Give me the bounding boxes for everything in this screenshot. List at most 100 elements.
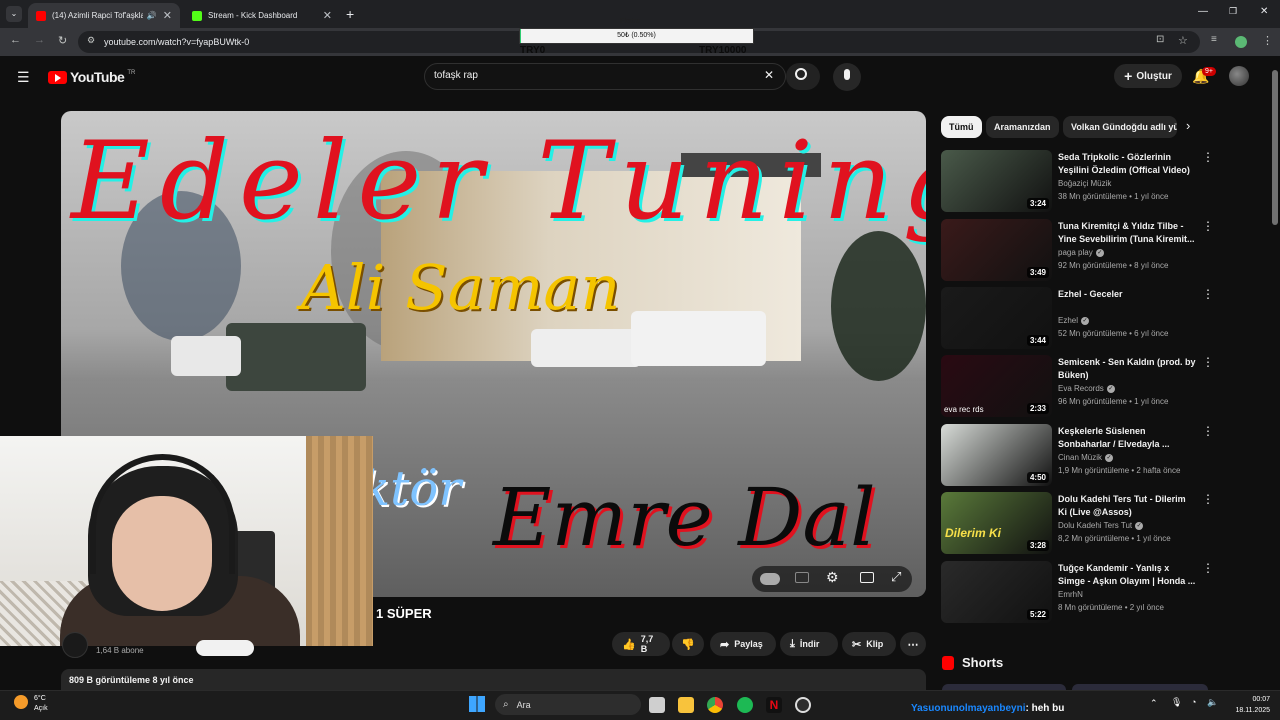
recommendation-title[interactable]: Dolu Kadehi Ters Tut - Dilerim Ki (Live … [1058,493,1196,519]
recommendation-title[interactable]: Seda Tripkolic - Gözlerinin Yeşilini Özl… [1058,151,1196,177]
task-view-icon[interactable] [649,697,665,713]
search-input[interactable] [424,63,786,90]
chrome-icon[interactable] [707,697,723,713]
miniplayer-icon[interactable] [860,572,874,583]
settings-gear-icon[interactable]: ⚙ [826,569,839,586]
taskbar-clock[interactable]: 00:07 18.11.2025 [1226,694,1270,716]
like-button[interactable]: 👍 7,7 B [612,632,670,656]
weather-icon[interactable] [14,695,28,709]
dislike-button[interactable]: 👎 [672,632,704,656]
recommendation-channel-row[interactable]: paga play ✓ [1058,248,1104,257]
chip-from-search[interactable]: Aramanızdan [986,116,1059,138]
recommendation-channel-row[interactable]: Boğaziçi Müzik [1058,179,1111,188]
bookmark-star-icon[interactable]: ☆ [1178,34,1188,47]
account-avatar[interactable] [1229,66,1249,86]
share-button[interactable]: ➦ Paylaş [710,632,776,656]
forward-arrow-icon[interactable]: → [34,34,45,46]
clear-search-icon[interactable]: ✕ [764,68,774,82]
tray-overflow-icon[interactable]: ⌃ [1150,698,1158,709]
tray-mic-icon[interactable]: 🎙 [1171,697,1182,708]
install-app-icon[interactable]: ⊡ [1156,34,1164,45]
download-button[interactable]: ⤓ İndir [780,632,838,656]
more-options-icon[interactable]: ⋮ [1202,219,1214,233]
close-tab-icon[interactable]: ✕ [323,9,332,22]
recommendation-channel-row[interactable]: Ezhel ✓ [1058,316,1090,325]
more-options-icon[interactable]: ⋮ [1202,150,1214,164]
recommendation-title[interactable]: Tuna Kiremitçi & Yıldız Tilbe - Yine Sev… [1058,220,1196,246]
donation-goal-bar: 50₺ (0.50%) [519,28,754,44]
maximize-icon[interactable]: ❐ [1229,6,1237,17]
recommendation-title[interactable]: Keşkelerle Süslenen Sonbaharlar / Elveda… [1058,425,1196,451]
tab-search-button[interactable]: ⌄ [6,6,22,22]
media-controls-icon[interactable]: ≡ [1211,34,1217,45]
recommendation-thumbnail[interactable]: 3:24 [941,150,1052,212]
hamburger-menu-icon[interactable]: ☰ [17,69,30,86]
tab-kick-dashboard[interactable]: Stream - Kick Dashboard ✕ [184,3,340,28]
site-info-icon[interactable]: ⚙ [87,35,95,46]
recommendation-channel-row[interactable]: Dolu Kadehi Ters Tut ✓ [1058,521,1144,530]
more-options-icon[interactable]: ⋮ [1202,561,1214,575]
reload-icon[interactable]: ↻ [58,34,67,47]
recommendation-thumbnail[interactable]: eva rec rds 2:33 [941,355,1052,417]
weather-widget[interactable]: 6°C Açık [34,694,48,714]
recommendation-thumbnail[interactable]: Dilerim Ki 3:28 [941,492,1052,554]
close-window-icon[interactable]: ✕ [1260,6,1268,17]
more-options-icon[interactable]: ⋮ [1202,492,1214,506]
recommendation-card[interactable]: 4:50 Keşkelerle Süslenen Sonbaharlar / El… [940,424,1214,488]
recommendation-channel: EmrhN [1058,590,1083,599]
back-arrow-icon[interactable]: ← [10,34,21,46]
close-tab-icon[interactable]: ✕ [163,9,172,22]
more-actions-button[interactable]: ⋯ [900,632,926,656]
browser-menu-icon[interactable]: ⋮ [1262,34,1273,47]
youtube-logo[interactable]: YouTube TR [48,69,135,85]
spotify-icon[interactable] [737,697,753,713]
fullscreen-icon[interactable]: ⤢ [891,569,901,585]
profile-icon[interactable] [1235,36,1247,48]
wifi-icon[interactable]: ◔ [1191,697,1196,707]
download-icon: ⤓ [790,637,795,650]
recommendation-thumbnail[interactable]: 3:49 [941,219,1052,281]
recommendation-card[interactable]: 3:44 Ezhel - Geceler Ezhel ✓ 52 Mn görüntüle… [940,287,1214,351]
recommendation-channel-row[interactable]: Cinan Müzik ✓ [1058,453,1114,462]
recommendation-card[interactable]: Dilerim Ki 3:28 Dolu Kadehi Ters Tut - Dil… [940,492,1214,556]
channel-avatar[interactable] [62,632,88,658]
taskbar-search[interactable]: ⌕ Ara [495,694,641,715]
recommendation-meta: 96 Mn görüntüleme • 1 yıl önce [1058,397,1169,406]
verified-check-icon: ✓ [1135,521,1144,530]
recommendation-title[interactable]: Tuğçe Kandemir - Yanlış x Simge - Aşkın … [1058,562,1196,588]
tab-youtube[interactable]: (14) Azimli Rapci Tof'aşklar 🔊 ✕ [28,3,180,28]
volume-icon[interactable]: 🔈 [1207,697,1218,708]
new-tab-button[interactable]: + [346,6,354,22]
recommendation-channel-row[interactable]: EmrhN [1058,590,1083,599]
more-options-icon[interactable]: ⋮ [1202,287,1214,301]
subscribe-button[interactable] [196,640,254,656]
more-options-icon[interactable]: ⋮ [1202,424,1214,438]
chat-text: : heh bu [1025,703,1065,714]
recommendation-card[interactable]: 3:24 Seda Tripkolic - Gözlerinin Yeşilini… [940,150,1214,214]
subtitles-icon[interactable] [795,572,809,583]
chip-all[interactable]: Tümü [941,116,982,138]
autoplay-toggle[interactable] [760,573,780,585]
recommendation-thumbnail[interactable]: 3:44 [941,287,1052,349]
more-options-icon[interactable]: ⋮ [1202,355,1214,369]
recommendation-channel-row[interactable]: Eva Records ✓ [1058,384,1115,393]
overlay-partial-text: ktör [361,461,462,517]
recommendation-thumbnail[interactable]: 5:22 [941,561,1052,623]
recommendation-card[interactable]: eva rec rds 2:33 Semicenk - Sen Kaldın (pr… [940,355,1214,419]
page-scrollbar-thumb[interactable] [1272,70,1278,225]
windows-start-icon[interactable] [469,696,485,712]
file-explorer-icon[interactable] [678,697,694,713]
clip-button[interactable]: ✂ Klip [842,632,896,656]
recommendation-card[interactable]: 3:49 Tuna Kiremitçi & Yıldız Tilbe - Yine… [940,219,1214,283]
recommendation-title[interactable]: Ezhel - Geceler [1058,288,1196,301]
minimize-icon[interactable]: — [1198,6,1208,17]
overlay-title-edeler: Edeler Tuning [71,119,926,244]
recommendation-title[interactable]: Semicenk - Sen Kaldın (prod. by Büken) [1058,356,1196,382]
chip-volkan[interactable]: Volkan Gündoğdu adlı yü [1063,116,1177,138]
chevron-right-icon[interactable]: › [1186,118,1190,133]
create-button[interactable]: + Oluştur [1114,64,1182,88]
recommendation-card[interactable]: 5:22 Tuğçe Kandemir - Yanlış x Simge - Aş… [940,561,1214,625]
netflix-icon[interactable]: N [766,697,782,713]
recommendation-thumbnail[interactable]: 4:50 [941,424,1052,486]
obs-icon[interactable] [795,697,811,713]
